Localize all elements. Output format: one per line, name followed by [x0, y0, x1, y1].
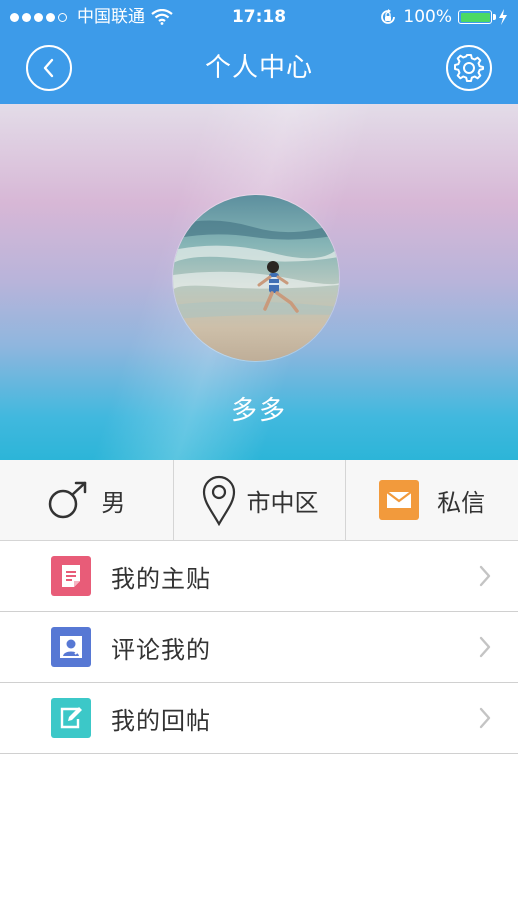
- menu-item-label: 评论我的: [111, 635, 211, 664]
- rotation-lock-icon: [381, 9, 396, 24]
- location-cell: 市中区: [172, 460, 346, 540]
- profile-banner: 多多: [0, 104, 518, 460]
- chevron-right-icon: [479, 707, 491, 729]
- avatar-image: [173, 195, 339, 361]
- chevron-right-icon: [479, 565, 491, 587]
- document-icon: [51, 556, 91, 596]
- avatar[interactable]: [173, 195, 339, 361]
- menu-item-label: 我的回帖: [111, 706, 211, 735]
- top-bar: 中国联通 17:18 100% 个人中心: [0, 0, 518, 104]
- gender-label: 男: [101, 488, 126, 517]
- info-row: 男 市中区 私信: [0, 460, 518, 541]
- menu-item-comments[interactable]: 评论我的: [0, 612, 518, 683]
- edit-icon: [51, 698, 91, 738]
- gear-icon: [454, 54, 484, 82]
- user-comment-icon: [51, 627, 91, 667]
- menu-item-my-replies[interactable]: 我的回帖: [0, 683, 518, 754]
- gender-cell: 男: [0, 460, 173, 540]
- message-cell[interactable]: 私信: [345, 460, 518, 540]
- username: 多多: [230, 396, 287, 426]
- envelope-icon: [379, 480, 420, 520]
- menu-list: 我的主贴 评论我的 我的回帖: [0, 541, 518, 754]
- page-title: 个人中心: [204, 53, 313, 83]
- battery-percent: 100%: [403, 7, 452, 27]
- location-pin-icon: [202, 475, 235, 526]
- chevron-right-icon: [479, 636, 491, 658]
- status-bar: 中国联通 17:18 100%: [0, 0, 518, 34]
- menu-item-my-posts[interactable]: 我的主贴: [0, 541, 518, 612]
- location-label: 市中区: [246, 488, 319, 517]
- battery-icon: [458, 10, 496, 24]
- settings-button[interactable]: [446, 45, 492, 91]
- menu-item-label: 我的主贴: [111, 564, 211, 593]
- charging-icon: [499, 9, 507, 25]
- messages-label: 私信: [437, 488, 486, 517]
- male-icon: [49, 481, 87, 519]
